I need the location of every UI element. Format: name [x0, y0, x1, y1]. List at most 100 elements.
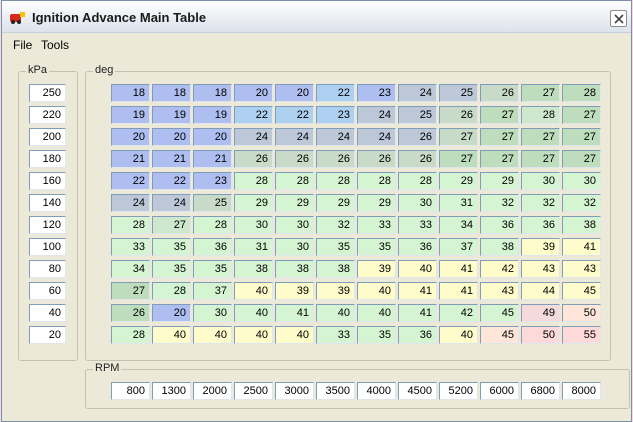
table-cell[interactable]: 37 — [193, 282, 232, 300]
table-cell[interactable]: 28 — [275, 172, 314, 190]
close-button[interactable] — [610, 10, 627, 27]
table-cell[interactable]: 32 — [480, 194, 519, 212]
table-cell[interactable]: 41 — [398, 304, 437, 322]
table-cell[interactable]: 38 — [275, 260, 314, 278]
table-cell[interactable]: 50 — [521, 326, 560, 344]
table-cell[interactable]: 40 — [234, 326, 273, 344]
table-cell[interactable]: 30 — [562, 172, 601, 190]
table-cell[interactable]: 24 — [316, 128, 355, 146]
table-cell[interactable]: 40 — [357, 282, 396, 300]
table-cell[interactable]: 30 — [521, 172, 560, 190]
table-cell[interactable]: 25 — [439, 84, 478, 102]
table-cell[interactable]: 45 — [480, 326, 519, 344]
table-cell[interactable]: 27 — [439, 150, 478, 168]
table-cell[interactable]: 26 — [275, 150, 314, 168]
table-cell[interactable]: 40 — [275, 326, 314, 344]
table-cell[interactable]: 24 — [357, 106, 396, 124]
table-cell[interactable]: 20 — [275, 84, 314, 102]
table-cell[interactable]: 27 — [562, 128, 601, 146]
table-cell[interactable]: 33 — [357, 216, 396, 234]
kpa-cell[interactable]: 140 — [29, 194, 66, 212]
table-cell[interactable]: 40 — [193, 326, 232, 344]
table-cell[interactable]: 27 — [439, 128, 478, 146]
table-cell[interactable]: 30 — [193, 304, 232, 322]
table-cell[interactable]: 20 — [193, 128, 232, 146]
rpm-cell[interactable]: 6800 — [521, 382, 560, 400]
table-cell[interactable]: 40 — [398, 260, 437, 278]
table-cell[interactable]: 39 — [357, 260, 396, 278]
table-cell[interactable]: 55 — [562, 326, 601, 344]
table-cell[interactable]: 41 — [562, 238, 601, 256]
table-cell[interactable]: 19 — [152, 106, 191, 124]
table-cell[interactable]: 40 — [152, 326, 191, 344]
kpa-cell[interactable]: 200 — [29, 128, 66, 146]
rpm-cell[interactable]: 2500 — [234, 382, 273, 400]
table-cell[interactable]: 34 — [111, 260, 150, 278]
table-cell[interactable]: 35 — [152, 260, 191, 278]
table-cell[interactable]: 21 — [152, 150, 191, 168]
table-cell[interactable]: 26 — [398, 128, 437, 146]
table-cell[interactable]: 49 — [521, 304, 560, 322]
rpm-cell[interactable]: 5200 — [439, 382, 478, 400]
kpa-cell[interactable]: 160 — [29, 172, 66, 190]
table-cell[interactable]: 35 — [193, 260, 232, 278]
table-cell[interactable]: 40 — [357, 304, 396, 322]
table-cell[interactable]: 24 — [152, 194, 191, 212]
table-cell[interactable]: 27 — [111, 282, 150, 300]
table-cell[interactable]: 39 — [316, 282, 355, 300]
table-cell[interactable]: 20 — [152, 128, 191, 146]
table-cell[interactable]: 35 — [357, 238, 396, 256]
table-cell[interactable]: 38 — [316, 260, 355, 278]
kpa-cell[interactable]: 80 — [29, 260, 66, 278]
rpm-cell[interactable]: 6000 — [480, 382, 519, 400]
menu-file[interactable]: File — [13, 38, 32, 52]
rpm-cell[interactable]: 4000 — [357, 382, 396, 400]
table-cell[interactable]: 22 — [152, 172, 191, 190]
table-cell[interactable]: 42 — [439, 304, 478, 322]
rpm-cell[interactable]: 3500 — [316, 382, 355, 400]
table-cell[interactable]: 27 — [480, 128, 519, 146]
table-cell[interactable]: 26 — [316, 150, 355, 168]
table-cell[interactable]: 24 — [357, 128, 396, 146]
table-cell[interactable]: 24 — [275, 128, 314, 146]
table-cell[interactable]: 40 — [234, 304, 273, 322]
table-cell[interactable]: 25 — [398, 106, 437, 124]
table-cell[interactable]: 27 — [152, 216, 191, 234]
table-cell[interactable]: 43 — [480, 282, 519, 300]
table-cell[interactable]: 41 — [439, 282, 478, 300]
table-cell[interactable]: 37 — [439, 238, 478, 256]
table-cell[interactable]: 21 — [193, 150, 232, 168]
table-cell[interactable]: 28 — [521, 106, 560, 124]
table-cell[interactable]: 31 — [234, 238, 273, 256]
table-cell[interactable]: 36 — [521, 216, 560, 234]
table-cell[interactable]: 22 — [275, 106, 314, 124]
table-cell[interactable]: 24 — [234, 128, 273, 146]
kpa-cell[interactable]: 100 — [29, 238, 66, 256]
table-cell[interactable]: 34 — [439, 216, 478, 234]
table-cell[interactable]: 25 — [193, 194, 232, 212]
table-cell[interactable]: 40 — [234, 282, 273, 300]
table-cell[interactable]: 26 — [234, 150, 273, 168]
table-cell[interactable]: 28 — [316, 172, 355, 190]
table-cell[interactable]: 27 — [480, 150, 519, 168]
rpm-cell[interactable]: 3000 — [275, 382, 314, 400]
rpm-cell[interactable]: 4500 — [398, 382, 437, 400]
table-cell[interactable]: 20 — [152, 304, 191, 322]
table-cell[interactable]: 24 — [398, 84, 437, 102]
table-cell[interactable]: 28 — [111, 216, 150, 234]
table-cell[interactable]: 38 — [480, 238, 519, 256]
kpa-cell[interactable]: 180 — [29, 150, 66, 168]
table-cell[interactable]: 30 — [234, 216, 273, 234]
kpa-cell[interactable]: 120 — [29, 216, 66, 234]
table-cell[interactable]: 44 — [521, 282, 560, 300]
table-cell[interactable]: 29 — [357, 194, 396, 212]
table-cell[interactable]: 40 — [439, 326, 478, 344]
table-cell[interactable]: 45 — [480, 304, 519, 322]
table-cell[interactable]: 30 — [275, 216, 314, 234]
table-cell[interactable]: 21 — [111, 150, 150, 168]
table-cell[interactable]: 29 — [234, 194, 273, 212]
table-cell[interactable]: 40 — [316, 304, 355, 322]
table-cell[interactable]: 19 — [111, 106, 150, 124]
table-cell[interactable]: 26 — [480, 84, 519, 102]
table-cell[interactable]: 35 — [152, 238, 191, 256]
